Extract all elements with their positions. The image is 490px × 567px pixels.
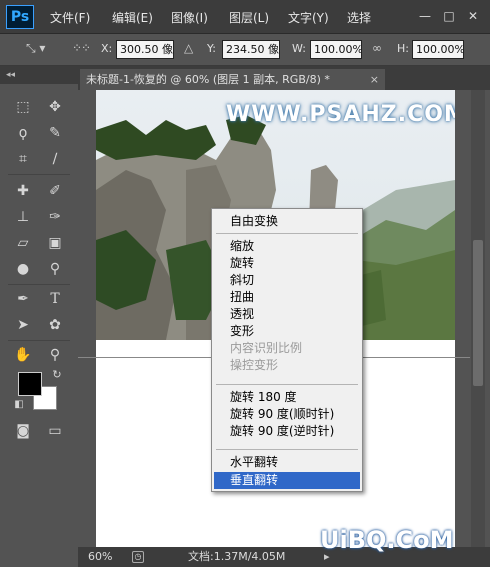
clone-stamp-tool-icon[interactable]: ⊥ <box>12 206 34 228</box>
close-window-button[interactable]: ✕ <box>462 6 484 26</box>
gradient-tool-icon[interactable]: ▣ <box>44 232 66 254</box>
eraser-tool-icon[interactable]: ▱ <box>12 232 34 254</box>
screen-mode-icon[interactable]: ▭ <box>44 420 66 442</box>
menu-separator <box>216 449 358 450</box>
foreground-color-swatch[interactable] <box>18 372 42 396</box>
menu-separator <box>216 384 358 385</box>
menu-item-flip-vertical[interactable]: 垂直翻转 <box>214 472 360 489</box>
menu-layer[interactable]: 图层(L) <box>229 9 269 26</box>
reference-point-icon[interactable]: ⁘⁘ <box>72 41 91 55</box>
quick-selection-tool-icon[interactable]: ✎ <box>44 122 66 144</box>
document-info: 文档:1.37M/4.05M <box>188 550 286 563</box>
document-tab-strip: 未标题-1-恢复的 @ 60% (图层 1 副本, RGB/8) * × <box>78 66 490 90</box>
toolbar-divider <box>8 340 70 341</box>
menu-file[interactable]: 文件(F) <box>50 9 90 26</box>
transform-context-menu: 自由变换 缩放 旋转 斜切 扭曲 透视 变形 内容识别比例 操控变形 旋转 18… <box>211 208 363 492</box>
menu-item-warp[interactable]: 变形 <box>214 323 360 340</box>
default-colors-icon[interactable]: ◧ <box>8 394 30 416</box>
menu-item-rotate-90-ccw[interactable]: 旋转 90 度(逆时针) <box>214 423 360 440</box>
menu-item-flip-horizontal[interactable]: 水平翻转 <box>214 454 360 471</box>
lasso-tool-icon[interactable]: ϙ <box>12 122 34 144</box>
status-info-icon[interactable]: ◷ <box>132 551 144 563</box>
zoom-tool-icon[interactable]: ⚲ <box>44 344 66 366</box>
zoom-level[interactable]: 60% <box>88 547 112 567</box>
hand-tool-icon[interactable]: ✋ <box>12 344 34 366</box>
toolbar-collapse[interactable]: ◂◂ <box>0 66 78 84</box>
menu-item-content-aware-scale: 内容识别比例 <box>230 341 303 355</box>
healing-brush-tool-icon[interactable]: ✚ <box>12 180 34 202</box>
height-field[interactable]: 100.00% <box>412 40 464 59</box>
x-position-field[interactable]: 300.50 像素 <box>116 40 174 59</box>
type-tool-icon[interactable]: T <box>44 288 66 310</box>
menu-edit[interactable]: 编辑(E) <box>112 9 153 26</box>
blur-tool-icon[interactable]: ● <box>12 258 34 280</box>
y-position-field[interactable]: 234.50 像素 <box>222 40 280 59</box>
menu-bar: Ps 文件(F) 编辑(E) 图像(I) 图层(L) 文字(Y) 选择 — □ … <box>0 0 490 34</box>
quick-mask-icon[interactable]: ◙ <box>12 420 34 442</box>
document-tab[interactable]: 未标题-1-恢复的 @ 60% (图层 1 副本, RGB/8) * × <box>80 69 385 90</box>
transform-tool-icon: ⤡ ▾ <box>26 41 46 55</box>
brush-tool-icon[interactable]: ✐ <box>44 180 66 202</box>
watermark-psahz: WWW.PSAHZ.COM <box>226 102 455 127</box>
document-title: 未标题-1-恢复的 @ 60% (图层 1 副本, RGB/8) * <box>86 73 330 86</box>
w-label: W: <box>292 42 306 55</box>
window-controls: — □ ✕ <box>414 6 484 26</box>
menu-item-rotate[interactable]: 旋转 <box>214 255 360 272</box>
menu-image[interactable]: 图像(I) <box>171 9 208 26</box>
pen-tool-icon[interactable]: ✒ <box>12 288 34 310</box>
menu-separator <box>216 233 358 234</box>
watermark-uibq: UiBQ.CoM <box>320 526 454 554</box>
tools-panel: ⬚ ✥ ϙ ✎ ⌗ ∕ ✚ ✐ ⊥ ✑ ▱ ▣ ● ⚲ ✒ T ➤ ✿ ✋ ⚲ … <box>0 84 78 567</box>
shape-tool-icon[interactable]: ✿ <box>44 314 66 336</box>
y-label: Y: <box>207 42 216 55</box>
menu-item-puppet-warp: 操控变形 <box>230 358 279 372</box>
path-selection-tool-icon[interactable]: ➤ <box>12 314 34 336</box>
history-brush-tool-icon[interactable]: ✑ <box>44 206 66 228</box>
toolbar-divider <box>8 284 70 285</box>
vertical-scroll-thumb[interactable] <box>473 240 483 386</box>
minimize-button[interactable]: — <box>414 6 436 26</box>
width-field[interactable]: 100.00% <box>310 40 362 59</box>
toolbar-divider <box>8 174 70 175</box>
crop-tool-icon[interactable]: ⌗ <box>12 148 34 170</box>
marquee-tool-icon[interactable]: ⬚ <box>12 96 34 118</box>
maximize-button[interactable]: □ <box>438 6 460 26</box>
menu-item-perspective[interactable]: 透视 <box>214 306 360 323</box>
menu-item-free-transform[interactable]: 自由变换 <box>214 213 360 230</box>
menu-item-scale[interactable]: 缩放 <box>214 238 360 255</box>
menu-type[interactable]: 文字(Y) <box>288 9 329 26</box>
link-icon[interactable]: ∞ <box>372 41 382 55</box>
relative-position-icon[interactable]: △ <box>184 41 193 55</box>
menu-item-rotate-180[interactable]: 旋转 180 度 <box>214 389 360 406</box>
menu-item-distort[interactable]: 扭曲 <box>214 289 360 306</box>
eyedropper-tool-icon[interactable]: ∕ <box>44 148 66 170</box>
move-tool-icon[interactable]: ✥ <box>44 96 66 118</box>
h-label: H: <box>397 42 409 55</box>
menu-select[interactable]: 选择 <box>347 9 371 26</box>
vertical-scrollbar[interactable] <box>471 90 485 547</box>
close-tab-icon[interactable]: × <box>370 69 379 90</box>
options-bar: ⤡ ▾ ⁘⁘ X: 300.50 像素 △ Y: 234.50 像素 W: 10… <box>0 34 490 66</box>
menu-item-skew[interactable]: 斜切 <box>214 272 360 289</box>
swap-colors-icon[interactable]: ↻ <box>46 364 68 386</box>
menu-item-rotate-90-cw[interactable]: 旋转 90 度(顺时针) <box>214 406 360 423</box>
x-label: X: <box>101 42 113 55</box>
photoshop-logo: Ps <box>6 5 34 29</box>
dodge-tool-icon[interactable]: ⚲ <box>44 258 66 280</box>
